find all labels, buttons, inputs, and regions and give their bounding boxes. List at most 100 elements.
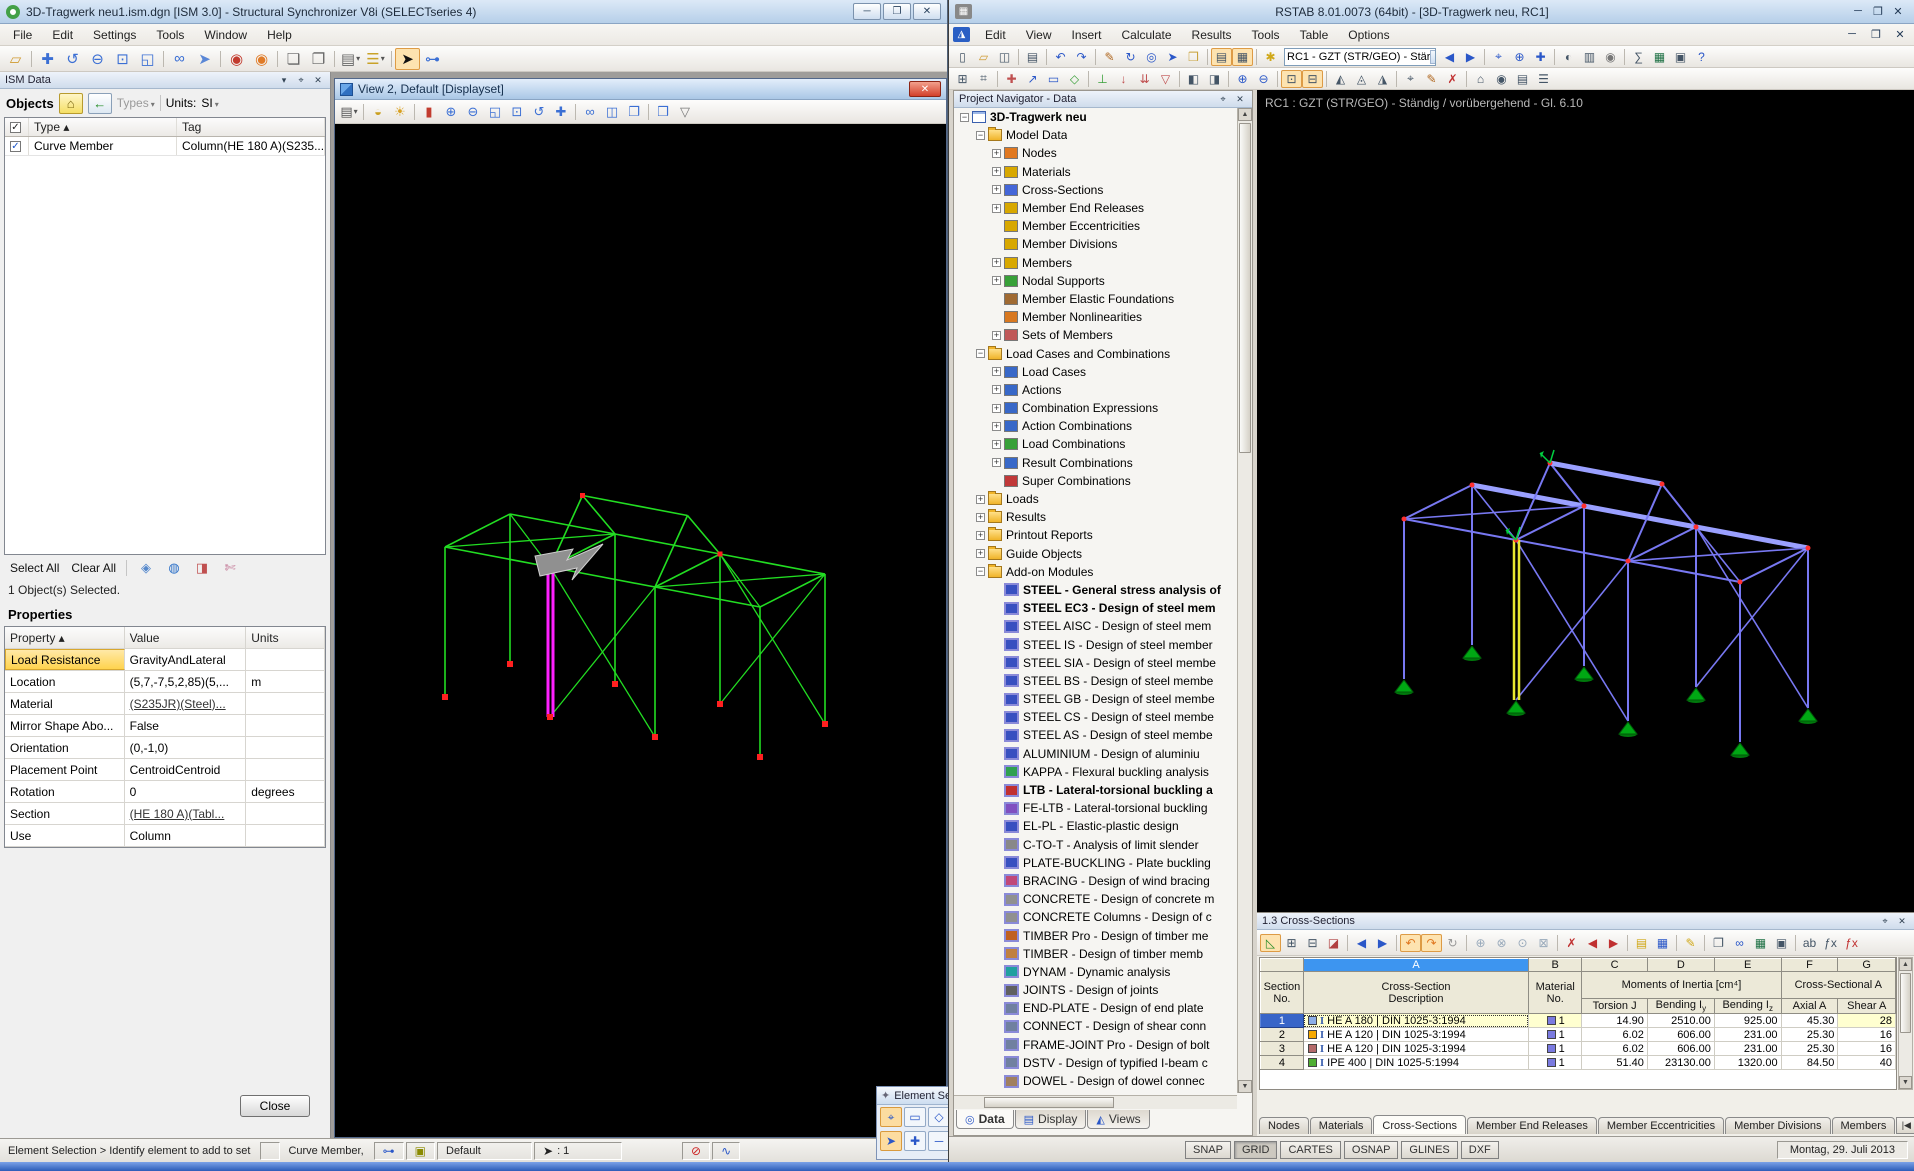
tree-item[interactable]: + Actions	[954, 381, 1237, 399]
zoom-in-icon[interactable]: ⊕	[440, 102, 462, 121]
tree-item[interactable]: STEEL EC3 - Design of steel mem	[954, 599, 1237, 617]
window-2-icon[interactable]: ❐	[306, 48, 331, 70]
calculator-icon[interactable]: ▣	[1771, 934, 1792, 952]
material-cell[interactable]: 1	[1528, 1027, 1583, 1043]
camera-orange-icon[interactable]: ◉	[249, 48, 274, 70]
navigator-vscrollbar[interactable]: ▲ ▼	[1237, 108, 1252, 1093]
expand-icon[interactable]: +	[976, 530, 985, 540]
rstab-viewport[interactable]: RC1 : GZT (STR/GEO) - Ständig / vorüberg…	[1257, 90, 1914, 912]
zoom-out-icon[interactable]: ⊖	[462, 102, 484, 121]
save-icon[interactable]: ◫	[994, 48, 1015, 66]
toggle-snap[interactable]: SNAP	[1185, 1140, 1231, 1159]
binoculars-icon[interactable]: ∞	[579, 102, 601, 121]
clip-volume-icon[interactable]: ▽	[674, 102, 696, 121]
select-flash-icon[interactable]: ➤	[880, 1131, 902, 1151]
view-next-icon[interactable]: ❐	[623, 102, 645, 121]
navigator-hscrollbar[interactable]	[954, 1095, 1237, 1109]
tree-item[interactable]: + Combination Expressions	[954, 399, 1237, 417]
support-icon[interactable]: ⊥	[1092, 70, 1113, 88]
tree-item[interactable]: + Action Combinations	[954, 417, 1237, 435]
cross-section-row[interactable]: 3 I HE A 120 | DIN 1025-3:1994 1 6.02 606.00 2…	[1260, 1041, 1896, 1057]
value-cell[interactable]: 84.50	[1781, 1055, 1839, 1071]
tree-item[interactable]: TIMBER Pro - Design of timber me	[954, 926, 1237, 944]
expand-icon[interactable]: +	[992, 367, 1001, 377]
prop-column-property[interactable]: Property ▴	[5, 627, 125, 648]
delete-icon[interactable]: ✗	[1442, 70, 1463, 88]
tree-item[interactable]: Member Elastic Foundations	[954, 290, 1237, 308]
value-cell[interactable]: 40	[1837, 1055, 1896, 1071]
scroll-up-icon[interactable]: ▲	[1238, 108, 1252, 121]
description-cell[interactable]: I HE A 120 | DIN 1025-3:1994	[1303, 1041, 1530, 1057]
value-cell[interactable]: 14.90	[1581, 1013, 1648, 1029]
target-icon[interactable]: ◉	[1491, 70, 1512, 88]
select-all-button[interactable]: Select All	[8, 559, 61, 577]
close-icon[interactable]: ✕	[311, 74, 325, 87]
search-node-icon[interactable]: ⌖	[1488, 48, 1509, 66]
menu-tools[interactable]: Tools	[1243, 26, 1289, 44]
zoom-in-icon[interactable]: ⊕	[1509, 48, 1530, 66]
open-icon[interactable]: ▱	[973, 48, 994, 66]
tree-item[interactable]: + Members	[954, 254, 1237, 272]
adjust-view-icon[interactable]: ◒	[367, 102, 389, 121]
tree-item[interactable]: STEEL IS - Design of steel member	[954, 635, 1237, 653]
tree-item[interactable]: JOINTS - Design of joints	[954, 981, 1237, 999]
home-button[interactable]: ⌂	[58, 92, 83, 114]
tree-item[interactable]: Member Divisions	[954, 235, 1237, 253]
expand-icon[interactable]: +	[992, 148, 1001, 158]
scroll-up-icon[interactable]: ▲	[1899, 958, 1912, 971]
calculate-icon[interactable]: ∑	[1628, 48, 1649, 66]
redo-icon[interactable]: ↷	[1071, 48, 1092, 66]
value-cell[interactable]: 28	[1837, 1013, 1896, 1029]
collapse-icon[interactable]: −	[976, 349, 985, 359]
move-left-icon[interactable]: ◀	[1351, 934, 1372, 952]
link-status-icon[interactable]: ⊶	[373, 1141, 404, 1160]
column-letter-B[interactable]: B	[1528, 958, 1583, 972]
prop-column-units[interactable]: Units	[246, 627, 325, 648]
value-cell[interactable]: 45.30	[1781, 1013, 1839, 1029]
row-number[interactable]: 2	[1260, 1027, 1304, 1043]
edit-icon[interactable]: ✎	[1099, 48, 1120, 66]
tree-item[interactable]: DYNAM - Dynamic analysis	[954, 963, 1237, 981]
combo-dropdown-icon[interactable]: ▼	[1430, 49, 1435, 64]
tree-item[interactable]: STEEL BS - Design of steel membe	[954, 672, 1237, 690]
show-loads-icon[interactable]: ⊡	[1281, 69, 1302, 88]
open-icon[interactable]: ▱	[3, 48, 28, 70]
close-icon[interactable]: ✕	[1233, 93, 1247, 106]
close-button[interactable]: ✕	[913, 3, 941, 20]
window-1-icon[interactable]: ❏	[281, 48, 306, 70]
tree-item[interactable]: STEEL AISC - Design of steel mem	[954, 617, 1237, 635]
block-icon[interactable]: ⊗	[1491, 934, 1512, 952]
property-row[interactable]: Section (HE 180 A)(Tabl...	[5, 803, 325, 825]
table-layout-icon[interactable]: ▦	[1232, 47, 1253, 66]
expand-icon[interactable]: +	[976, 512, 985, 522]
table-tab-member-end-releases[interactable]: Member End Releases	[1467, 1117, 1597, 1134]
select-flash-icon[interactable]: ➤	[192, 48, 217, 70]
column-header-type[interactable]: Type ▴	[29, 118, 177, 136]
table-vscrollbar[interactable]: ▲ ▼	[1898, 957, 1913, 1090]
notes-icon[interactable]: ✎	[1680, 934, 1701, 952]
toggle-dxf[interactable]: DXF	[1460, 1140, 1499, 1159]
module-icon[interactable]: ▣	[1670, 48, 1691, 66]
collapse-icon[interactable]: −	[976, 130, 985, 140]
property-row[interactable]: Orientation (0,-1,0)	[5, 737, 325, 759]
restore-button[interactable]: ❐	[1868, 5, 1888, 18]
delete-right-icon[interactable]: ▶	[1603, 934, 1624, 952]
tree-item[interactable]: + Load Cases	[954, 363, 1237, 381]
new-line-icon[interactable]: ↗	[1022, 70, 1043, 88]
menu-tools[interactable]: Tools	[147, 26, 193, 44]
zoom-out-icon[interactable]: ⊖	[85, 48, 110, 70]
export-box-icon[interactable]: ◨	[191, 559, 213, 578]
cross-section-row[interactable]: 4 I IPE 400 | DIN 1025-5:1994 1 51.40 23130.0…	[1260, 1055, 1896, 1071]
fit-view-icon[interactable]: ⊡	[506, 102, 528, 121]
tree-item[interactable]: + Cross-Sections	[954, 181, 1237, 199]
tree-item[interactable]: Member Nonlinearities	[954, 308, 1237, 326]
view2-canvas[interactable]	[335, 124, 946, 1137]
mark-icon[interactable]: ⊙	[1512, 934, 1533, 952]
pin-icon[interactable]: ⌖	[1878, 915, 1892, 928]
tree-item[interactable]: ALUMINIUM - Design of aluminiu	[954, 745, 1237, 763]
clear-fence-icon[interactable]: ✄	[219, 559, 241, 578]
select-all-icon[interactable]: ⊞	[952, 70, 973, 88]
comment-icon[interactable]: ✎	[1421, 70, 1442, 88]
scroll-down-icon[interactable]: ▼	[1238, 1080, 1252, 1093]
value-cell[interactable]: 25.30	[1781, 1027, 1839, 1043]
